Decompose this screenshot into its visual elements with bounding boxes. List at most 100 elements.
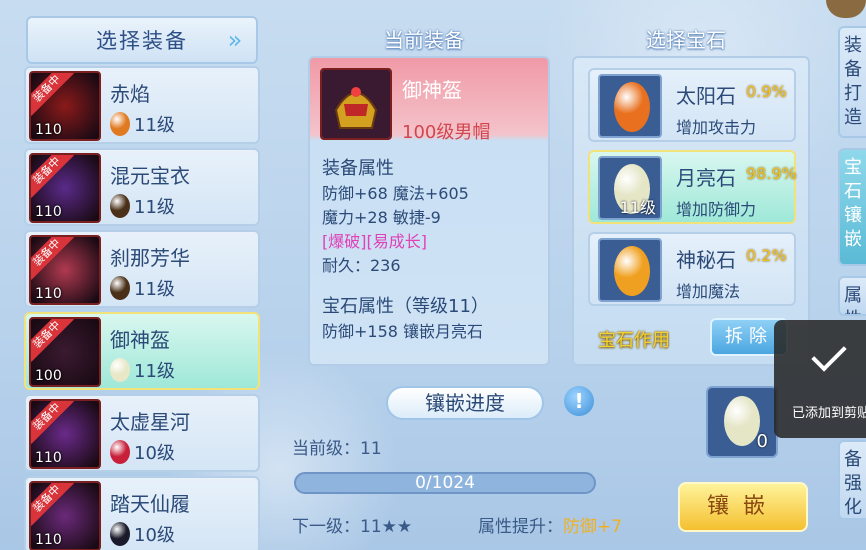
gem-level: 11级 xyxy=(134,279,175,300)
gem-card[interactable]: 太阳石 0.9% 增加攻击力 xyxy=(588,68,796,142)
gem-description: 增加攻击力 xyxy=(676,118,757,137)
equipment-gem: 11级 xyxy=(110,194,175,218)
inlay-progress-text: 0/1024 xyxy=(415,473,475,493)
gem-stone-icon xyxy=(614,246,650,296)
gem-icon xyxy=(110,440,130,464)
gem-attr-line: 防御+158 镶嵌月亮石 xyxy=(322,322,484,341)
attr-increase-text: 属性提升：防御+7 xyxy=(478,512,622,537)
side-tab-forge-label: 装备打造 xyxy=(844,35,862,128)
equipment-icon: 装备中 100 xyxy=(29,317,101,387)
equipment-gem: 10级 xyxy=(110,440,175,464)
gem-description: 增加防御力 xyxy=(676,200,757,219)
gem-level: 11级 xyxy=(134,197,175,218)
equipment-list-panel: 选择装备 » 装备中 110 赤焰 11级 装备中 110 混元宝衣 11级 装备中 110 刹那芳… xyxy=(22,14,260,550)
current-equip-icon xyxy=(320,68,392,140)
next-level-text: 下一级：11★★ xyxy=(292,517,413,537)
side-tab-enhance-label: 备强化 xyxy=(844,449,862,518)
current-level-text: 当前级：11 xyxy=(292,439,382,459)
gem-name: 月亮石 xyxy=(676,166,736,190)
equipment-name: 刹那芳华 xyxy=(110,246,190,270)
gem-rate: 98.9% xyxy=(746,164,797,183)
equipped-tag: 装备中 xyxy=(31,483,74,526)
equipment-name: 混元宝衣 xyxy=(110,164,190,188)
equipped-tag: 装备中 xyxy=(31,401,74,444)
equipment-name: 太虚星河 xyxy=(110,410,190,434)
equipment-gem: 11级 xyxy=(110,112,175,136)
equipment-item[interactable]: 装备中 110 踏天仙履 10级 xyxy=(24,476,260,550)
equipment-item[interactable]: 装备中 110 刹那芳华 11级 xyxy=(24,230,260,308)
gem-attr-header: 宝石属性（等级11） xyxy=(322,296,489,317)
clipboard-toast-message: 已添加到剪贴板 xyxy=(792,406,866,421)
gem-icon xyxy=(110,358,130,382)
equipment-item[interactable]: 装备中 110 太虚星河 10级 xyxy=(24,394,260,472)
equipment-item[interactable]: 装备中 110 赤焰 11级 xyxy=(24,66,260,144)
attr-increase-value: 防御+7 xyxy=(563,517,623,537)
clipboard-toast: 已添加到剪贴板 xyxy=(774,320,866,438)
equip-special-tags: [爆破][易成长] xyxy=(322,232,427,251)
equipment-icon: 装备中 110 xyxy=(29,153,101,223)
equipment-gem: 11级 xyxy=(110,276,175,300)
equipped-tag: 装备中 xyxy=(31,73,74,116)
gem-level: 10级 xyxy=(134,443,175,464)
side-tab-attr[interactable]: 属性 xyxy=(838,276,866,316)
gem-description: 增加魔法 xyxy=(676,282,741,301)
gem-rate: 0.2% xyxy=(746,246,787,265)
equip-durability: 耐久：236 xyxy=(322,256,401,275)
equipment-icon: 装备中 110 xyxy=(29,399,101,469)
gem-icon xyxy=(110,112,130,136)
equipment-icon: 装备中 110 xyxy=(29,71,101,141)
gem-level: 11级 xyxy=(619,198,656,217)
gem-rate: 0.9% xyxy=(746,82,787,101)
gem-name: 神秘石 xyxy=(676,248,736,272)
equipment-name: 御神盔 xyxy=(110,328,170,352)
equipment-gem: 11级 xyxy=(110,358,175,382)
equipment-item[interactable]: 装备中 110 混元宝衣 11级 xyxy=(24,148,260,226)
inlay-button[interactable]: 镶嵌 xyxy=(678,482,808,532)
side-tab-enhance[interactable]: 备强化 xyxy=(838,440,866,520)
equipment-level: 110 xyxy=(35,286,62,302)
gem-card[interactable]: 神秘石 0.2% 增加魔法 xyxy=(588,232,796,306)
equipment-list-header: 选择装备 » xyxy=(26,16,258,64)
current-equip-name: 御神盔 xyxy=(402,78,462,102)
gem-icon xyxy=(598,74,662,138)
gem-level: 11级 xyxy=(134,361,175,382)
side-tab-attr-label: 属性 xyxy=(844,285,862,314)
current-equip-title: 当前装备 xyxy=(384,28,464,52)
gem-effect-link[interactable]: 宝石作用 xyxy=(598,326,670,352)
equipment-item[interactable]: 装备中 100 御神盔 11级 xyxy=(24,312,260,390)
gem-icon xyxy=(110,194,130,218)
equipment-gem: 10级 xyxy=(110,522,175,546)
equipped-tag: 装备中 xyxy=(31,319,74,362)
equipment-name: 踏天仙履 xyxy=(110,492,190,516)
gem-card[interactable]: 11级 月亮石 98.9% 增加防御力 xyxy=(588,150,797,224)
attr-increase-label: 属性提升： xyxy=(478,517,563,537)
collapse-arrow-icon[interactable]: » xyxy=(222,26,250,54)
equip-attr-line-2: 魔力+28 敏捷-9 xyxy=(322,208,441,227)
gem-icon xyxy=(598,238,662,302)
gem-select-panel: 太阳石 0.9% 增加攻击力 11级 月亮石 98.9% 增加防御力 神秘石 0.2% 增加魔法 … xyxy=(572,56,810,366)
side-tab-forge[interactable]: 装备打造 xyxy=(838,26,866,138)
gem-stone-icon xyxy=(614,82,650,132)
current-equip-card: 御神盔 100级男帽 装备属性 防御+68 魔法+605 魔力+28 敏捷-9 … xyxy=(308,56,550,366)
moonstone-icon xyxy=(724,396,760,446)
equipment-level: 110 xyxy=(35,122,62,138)
equipment-icon: 装备中 110 xyxy=(29,481,101,550)
equipment-name: 赤焰 xyxy=(110,82,150,106)
equipment-icon: 装备中 110 xyxy=(29,235,101,305)
gem-slot[interactable]: 0 xyxy=(706,386,778,458)
equipped-tag: 装备中 xyxy=(31,237,74,280)
gem-level: 11级 xyxy=(134,115,175,136)
gem-icon: 11级 xyxy=(598,156,662,220)
gem-name: 太阳石 xyxy=(676,84,736,108)
side-tab-gem-inlay-label: 宝石镶嵌 xyxy=(844,157,862,250)
gem-slot-count: 0 xyxy=(756,431,768,452)
equipped-tag: 装备中 xyxy=(31,155,74,198)
help-icon[interactable]: ! xyxy=(564,386,594,416)
side-tab-gem-inlay[interactable]: 宝石镶嵌 xyxy=(838,148,866,266)
equipment-level: 110 xyxy=(35,532,62,548)
equipment-level: 110 xyxy=(35,204,62,220)
check-icon xyxy=(811,336,847,372)
equip-attr-header: 装备属性 xyxy=(322,158,394,179)
gem-level: 10级 xyxy=(134,525,175,546)
current-equip-subtitle: 100级男帽 xyxy=(402,122,491,143)
